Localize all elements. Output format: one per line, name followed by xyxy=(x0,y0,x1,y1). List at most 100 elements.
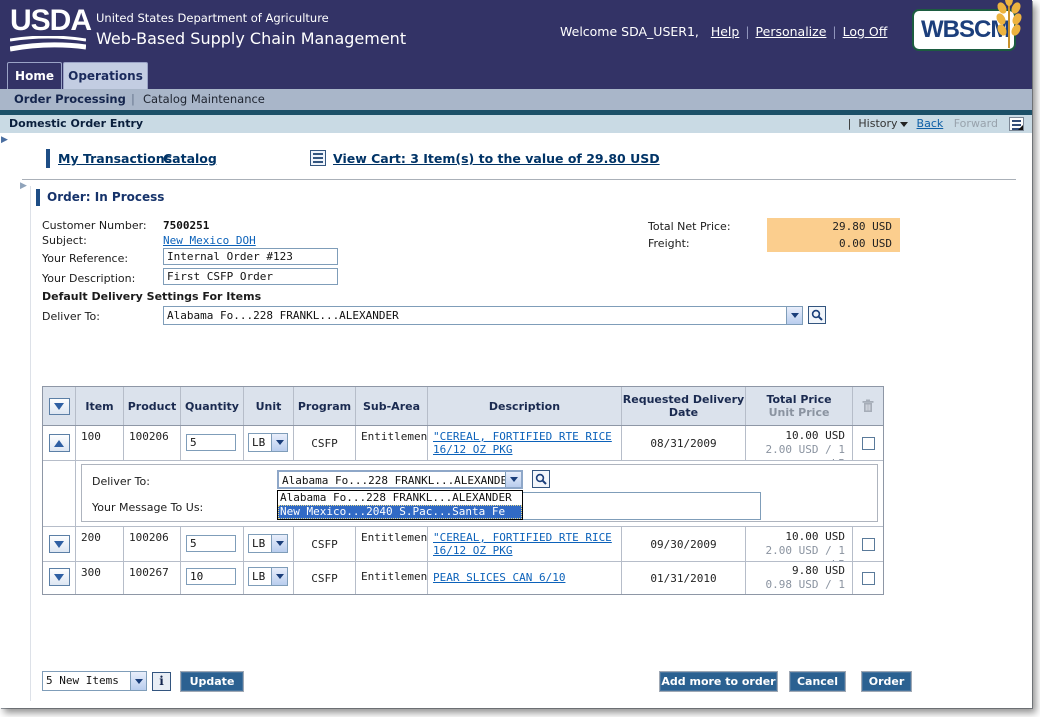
quantity-input[interactable] xyxy=(186,568,236,585)
panel-expander-icon[interactable]: ▶ xyxy=(1,135,8,145)
deliver-to-selected-value: Alabama Fo...228 FRANKL...ALEXANDER xyxy=(164,307,786,324)
cancel-button[interactable]: Cancel xyxy=(789,671,846,692)
product-description-link[interactable]: PEAR SLICES CAN 6/10 xyxy=(433,571,565,584)
links-accent-bar xyxy=(46,149,50,168)
deliver-to-open-dropdown: Alabama Fo...228 FRANKL...ALEXANDER New … xyxy=(277,490,523,520)
your-description-input[interactable] xyxy=(163,268,338,285)
row-checkbox[interactable] xyxy=(862,437,875,450)
deliver-to-dropdown-icon[interactable] xyxy=(786,307,802,324)
unit-select[interactable]: LB xyxy=(248,567,288,586)
your-description-label: Your Description: xyxy=(42,272,135,285)
my-transactions-link[interactable]: My Transactions xyxy=(58,151,172,166)
product-description-link[interactable]: "CEREAL, FORTIFIED RTE RICE 16/12 OZ PKG xyxy=(433,430,612,456)
app-title: Web-Based Supply Chain Management xyxy=(96,29,406,48)
help-link[interactable]: Help xyxy=(711,24,740,39)
row-checkbox[interactable] xyxy=(862,538,875,551)
row-checkbox[interactable] xyxy=(862,572,875,585)
unit-price-value: 2.00 USD / 1 LB xyxy=(766,544,845,561)
view-cart-link[interactable]: View Cart: 3 Item(s) to the value of 29.… xyxy=(333,151,660,166)
row-detail-panel: Deliver To: Alabama Fo...228 FRANKL...AL… xyxy=(43,461,883,527)
product-number: 100267 xyxy=(124,562,180,583)
tab-home[interactable]: Home xyxy=(7,62,62,89)
col-description: Description xyxy=(428,387,622,425)
tab-operations[interactable]: Operations xyxy=(63,62,148,89)
update-button[interactable]: Update xyxy=(180,671,244,692)
deliver-to-select[interactable]: Alabama Fo...228 FRANKL...ALEXANDER xyxy=(163,306,803,325)
catalog-link[interactable]: Catalog xyxy=(163,151,217,166)
program-value: CSFP xyxy=(294,426,356,460)
chevron-down-icon xyxy=(54,403,64,410)
trash-icon xyxy=(862,399,874,413)
total-price-header: Total Price xyxy=(766,393,831,406)
info-button[interactable]: i xyxy=(152,672,171,691)
history-nav: | History Back Forward xyxy=(848,115,998,133)
col-sub-area: Sub-Area xyxy=(356,387,428,425)
add-more-to-order-button[interactable]: Add more to order xyxy=(659,671,778,692)
page-titlebar: Domestic Order Entry | History Back Forw… xyxy=(0,115,1032,133)
quantity-input[interactable] xyxy=(186,434,236,451)
collapse-row-button[interactable] xyxy=(49,434,70,452)
logoff-link[interactable]: Log Off xyxy=(843,24,888,39)
history-caret-icon xyxy=(900,122,908,127)
expand-row-button[interactable] xyxy=(49,535,70,553)
subnav-catalog-maintenance[interactable]: Catalog Maintenance xyxy=(143,89,265,110)
collapse-all-button[interactable] xyxy=(49,398,70,415)
new-items-dropdown-icon[interactable] xyxy=(130,672,146,690)
col-total-price: Total Price Unit Price xyxy=(746,387,853,425)
dropdown-option-selected[interactable]: New Mexico...2040 S.Pac...Santa Fe xyxy=(278,505,522,519)
total-price-value: 10.00 USD xyxy=(785,429,845,442)
unit-dropdown-icon[interactable] xyxy=(271,568,287,585)
usda-logo-swoosh xyxy=(10,36,86,53)
history-menu[interactable]: History xyxy=(858,117,897,130)
section-accent-bar xyxy=(36,189,40,206)
chevron-down-icon xyxy=(54,541,64,548)
row-valuehelp-icon[interactable] xyxy=(532,470,550,488)
program-value: CSFP xyxy=(294,527,356,561)
item-delivery-panel: Deliver To: Alabama Fo...228 FRANKL...AL… xyxy=(81,464,878,522)
section-expander-icon[interactable]: ▶ xyxy=(20,181,27,191)
subject-link[interactable]: New Mexico DOH xyxy=(163,234,256,247)
customer-number-value: 7500251 xyxy=(163,219,209,232)
unit-selected-value: LB xyxy=(249,568,271,585)
top-tabstrip: Home Operations xyxy=(0,62,1032,89)
new-items-selected-value: 5 New Items xyxy=(43,672,130,690)
new-items-select[interactable]: 5 New Items xyxy=(42,671,147,691)
col-product: Product xyxy=(124,387,181,425)
unit-price-value: 2.00 USD / 1 LB xyxy=(766,443,845,460)
default-delivery-heading: Default Delivery Settings For Items xyxy=(42,290,261,303)
your-reference-input[interactable] xyxy=(163,248,338,265)
expand-row-button[interactable] xyxy=(49,568,70,586)
row-deliver-to-dropdown-icon[interactable] xyxy=(505,472,521,487)
unit-select[interactable]: LB xyxy=(248,433,288,452)
back-link[interactable]: Back xyxy=(917,117,944,130)
subnav-separator: | xyxy=(131,89,135,110)
app-header: USDA United States Department of Agricul… xyxy=(0,0,1032,62)
subnav-bar: Order Processing | Catalog Maintenance xyxy=(0,89,1032,110)
personalize-link[interactable]: Personalize xyxy=(756,24,827,39)
dropdown-option[interactable]: Alabama Fo...228 FRANKL...ALEXANDER xyxy=(278,491,522,505)
row-deliver-to-selected-value: Alabama Fo...228 FRANKL...ALEXANDER xyxy=(279,472,505,487)
cart-icon[interactable] xyxy=(310,150,326,166)
deliver-to-valuehelp-icon[interactable] xyxy=(808,306,826,324)
sub-area-value: Entitlement xyxy=(356,562,427,587)
section-left-border xyxy=(30,186,31,701)
page-options-icon[interactable] xyxy=(1009,117,1024,131)
unit-select[interactable]: LB xyxy=(248,534,288,553)
row-deliver-to-select[interactable]: Alabama Fo...228 FRANKL...ALEXANDER xyxy=(277,470,523,489)
order-button[interactable]: Order xyxy=(861,671,912,692)
subject-label: Subject: xyxy=(42,234,87,247)
unit-price-value: 0.98 USD / 1 LB xyxy=(766,578,845,594)
unit-selected-value: LB xyxy=(249,434,271,451)
product-description-link[interactable]: "CEREAL, FORTIFIED RTE RICE 16/12 OZ PKG xyxy=(433,531,612,557)
subnav-order-processing[interactable]: Order Processing xyxy=(14,89,126,110)
divider-line xyxy=(22,179,1016,180)
product-number: 100206 xyxy=(124,426,180,447)
col-unit: Unit xyxy=(244,387,294,425)
page-title: Domestic Order Entry xyxy=(9,115,143,133)
total-price-value: 9.80 USD xyxy=(792,564,845,577)
unit-dropdown-icon[interactable] xyxy=(271,434,287,451)
transaction-links-bar: My Transactions Catalog View Cart: 3 Ite… xyxy=(0,149,1032,171)
table-row: 300 100267 LB CSFP Entitlement PEAR SLIC… xyxy=(43,562,883,594)
quantity-input[interactable] xyxy=(186,535,236,552)
unit-dropdown-icon[interactable] xyxy=(271,535,287,552)
